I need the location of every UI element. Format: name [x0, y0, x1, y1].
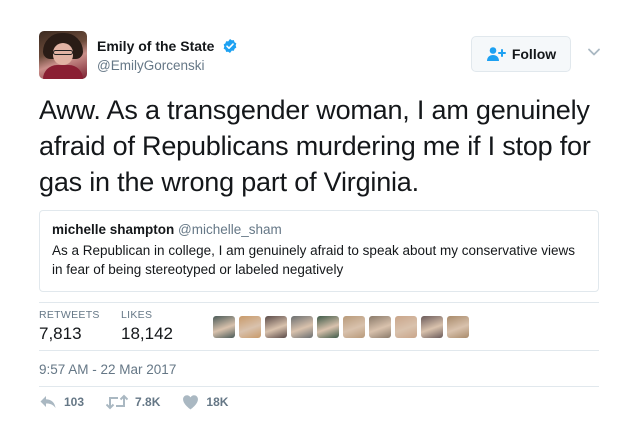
liker-avatar[interactable] [291, 316, 313, 338]
liker-avatar[interactable] [265, 316, 287, 338]
reply-button[interactable]: 103 [39, 394, 84, 410]
author-handle[interactable]: @EmilyGorcenski [97, 58, 238, 73]
verified-badge-icon [223, 38, 237, 53]
retweet-count: 7.8K [135, 395, 161, 409]
tweet-actions: 103 7.8K 18K [39, 394, 250, 410]
chevron-down-icon[interactable] [587, 45, 601, 59]
quoted-tweet-text: As a Republican in college, I am genuine… [52, 243, 576, 277]
tweet-header: Emily of the State @EmilyGorcenski Follo… [39, 31, 619, 81]
author-avatar[interactable] [39, 31, 87, 79]
liker-avatar[interactable] [369, 316, 391, 338]
like-button[interactable]: 18K [182, 394, 228, 410]
likes-stat[interactable]: LIKES 18,142 [121, 309, 173, 344]
likes-value: 18,142 [121, 324, 173, 343]
liker-avatar[interactable] [239, 316, 261, 338]
quoted-tweet[interactable]: michelle shampton @michelle_sham As a Re… [39, 210, 599, 292]
reply-count: 103 [64, 395, 85, 409]
tweet-text: Aww. As a transgender woman, I am genuin… [39, 95, 591, 197]
liker-avatars [213, 316, 469, 338]
quoted-author-name: michelle shampton [52, 222, 175, 237]
author-name-block[interactable]: Emily of the State @EmilyGorcenski [97, 37, 238, 73]
liker-avatar[interactable] [213, 316, 235, 338]
divider [39, 302, 599, 303]
quoted-author-handle: @michelle_sham [178, 222, 282, 237]
liker-avatar[interactable] [317, 316, 339, 338]
follow-button[interactable]: Follow [471, 36, 571, 72]
quoted-tweet-header: michelle shampton @michelle_sham [52, 222, 586, 237]
divider [39, 350, 599, 351]
follow-button-label: Follow [511, 46, 557, 62]
like-count: 18K [206, 395, 229, 409]
tweet-timestamp[interactable]: 9:57 AM - 22 Mar 2017 [39, 362, 176, 377]
liker-avatar[interactable] [421, 316, 443, 338]
liker-avatar[interactable] [343, 316, 365, 338]
author-display-name[interactable]: Emily of the State [97, 38, 214, 54]
retweets-label: RETWEETS [39, 309, 100, 321]
likes-label: LIKES [121, 309, 153, 321]
reply-icon [40, 396, 56, 408]
heart-icon [183, 395, 199, 410]
liker-avatar[interactable] [447, 316, 469, 338]
retweet-icon [106, 394, 129, 410]
retweets-value: 7,813 [39, 324, 82, 343]
retweet-button[interactable]: 7.8K [106, 394, 160, 410]
add-user-icon [486, 47, 506, 61]
divider [39, 386, 599, 387]
retweets-stat[interactable]: RETWEETS 7,813 [39, 309, 100, 344]
liker-avatar[interactable] [395, 316, 417, 338]
